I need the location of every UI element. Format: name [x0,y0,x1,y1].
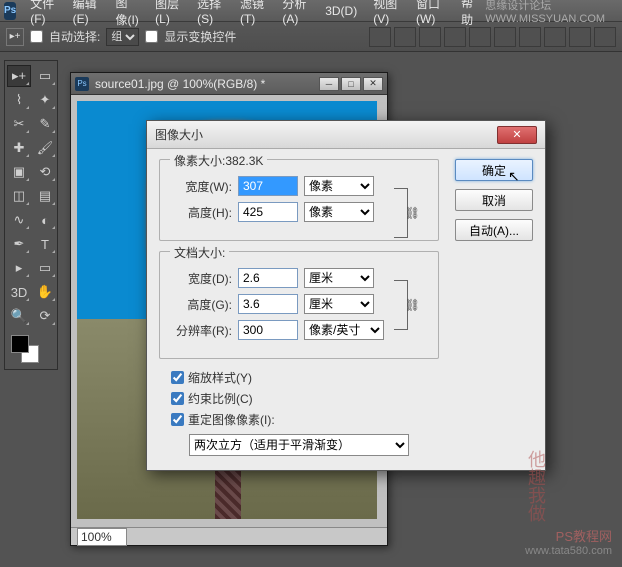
dialog-close-button[interactable]: ✕ [497,126,537,144]
align-btn[interactable] [594,27,616,47]
brush-tool[interactable]: 🖌 [33,137,57,159]
document-title-bar[interactable]: Ps source01.jpg @ 100%(RGB/8) * ─ □ ✕ [71,73,387,95]
resample-method-dropdown[interactable]: 两次立方（适用于平滑渐变） [189,434,409,456]
menu-file[interactable]: 文件(F) [22,0,64,26]
doc-height-input[interactable] [238,294,298,314]
resolution-label: 分辨率(R): [170,322,232,339]
app-logo-icon: Ps [4,2,16,20]
constrain-link-icon[interactable]: ⛓ [405,298,420,312]
tools-panel: ▸+▭⌇✦✂✎✚🖌▣⟲◫▤∿◐✒T▸▭3D✋🔍⟳ [4,60,58,370]
clone-stamp-tool[interactable]: ▣ [7,161,31,183]
resample-label: 重定图像像素(I): [188,411,275,428]
resolution-unit[interactable]: 像素/英寸 [304,320,384,340]
menu-edit[interactable]: 编辑(E) [65,0,108,26]
menu-window[interactable]: 窗口(W) [408,0,453,26]
doc-height-label: 高度(G): [170,296,232,313]
3d-tool[interactable]: 3D [7,281,31,303]
auto-select-dropdown[interactable]: 组 [106,28,139,46]
menu-3d[interactable]: 3D(D) [317,4,365,18]
color-swatches[interactable] [7,335,57,365]
foreground-color-swatch[interactable] [11,335,29,353]
doc-icon: Ps [75,77,89,91]
doc-height-unit[interactable]: 厘米 [304,294,374,314]
eyedropper-tool[interactable]: ✎ [33,113,57,135]
path-select-tool[interactable]: ▸ [7,257,31,279]
menu-filter[interactable]: 滤镜(T) [232,0,274,26]
pixel-width-unit[interactable]: 像素 [304,176,374,196]
height-label: 高度(H): [170,204,232,221]
scale-styles-checkbox[interactable] [171,371,184,384]
auto-button[interactable]: 自动(A)... [455,219,533,241]
align-btn[interactable] [494,27,516,47]
crop-tool[interactable]: ✂ [7,113,31,135]
align-btn[interactable] [569,27,591,47]
menu-layer[interactable]: 图层(L) [147,0,189,26]
align-btn[interactable] [469,27,491,47]
document-size-legend: 文档大小: [170,244,229,261]
dialog-title: 图像大小 [155,126,203,143]
doc-width-label: 宽度(D): [170,270,232,287]
hand-tool[interactable]: ✋ [33,281,57,303]
marquee-tool[interactable]: ▭ [33,65,57,87]
zoom-level[interactable]: 100% [77,528,127,546]
constrain-proportions-checkbox[interactable] [171,392,184,405]
align-btn[interactable] [519,27,541,47]
minimize-button[interactable]: ─ [319,77,339,91]
quick-select-tool[interactable]: ✦ [33,89,57,111]
show-transform-checkbox[interactable] [145,30,158,43]
move-tool[interactable]: ▸+ [7,65,31,87]
gradient-tool[interactable]: ▤ [33,185,57,207]
constrain-link-icon[interactable]: ⛓ [405,206,420,220]
image-size-dialog: 图像大小 ✕ 确定↖ 取消 自动(A)... 像素大小:382.3K ⛓ 宽度(… [146,120,546,471]
align-buttons-group [369,27,616,47]
align-btn[interactable] [394,27,416,47]
align-btn[interactable] [369,27,391,47]
width-label: 宽度(W): [170,178,232,195]
auto-select-checkbox[interactable] [30,30,43,43]
align-btn[interactable] [419,27,441,47]
show-transform-label: 显示变换控件 [164,28,236,45]
tool-preset-icon[interactable]: ▸+ [6,28,24,46]
menu-help[interactable]: 帮助 [453,0,485,28]
constrain-proportions-label: 约束比例(C) [188,390,253,407]
eraser-tool[interactable]: ◫ [7,185,31,207]
close-doc-button[interactable]: ✕ [363,77,383,91]
doc-width-unit[interactable]: 厘米 [304,268,374,288]
pixel-dimensions-legend: 像素大小:382.3K [170,152,267,169]
resolution-input[interactable] [238,320,298,340]
type-tool[interactable]: T [33,233,57,255]
menu-select[interactable]: 选择(S) [189,0,232,26]
auto-select-label: 自动选择: [49,28,100,45]
pixel-width-input[interactable] [238,176,298,196]
rotate-view-tool[interactable]: ⟳ [33,305,57,327]
align-btn[interactable] [544,27,566,47]
options-bar: ▸+ 自动选择: 组 显示变换控件 [0,22,622,52]
menu-bar: Ps 文件(F) 编辑(E) 图像(I) 图层(L) 选择(S) 滤镜(T) 分… [0,0,622,22]
doc-width-input[interactable] [238,268,298,288]
scale-styles-label: 缩放样式(Y) [188,369,252,386]
healing-brush-tool[interactable]: ✚ [7,137,31,159]
pixel-height-unit[interactable]: 像素 [304,202,374,222]
watermark-top: 思缘设计论坛 WWW.MISSYUAN.COM [485,0,612,25]
menu-image[interactable]: 图像(I) [107,0,147,28]
dodge-tool[interactable]: ◐ [33,209,57,231]
zoom-tool[interactable]: 🔍 [7,305,31,327]
ok-button[interactable]: 确定↖ [455,159,533,181]
maximize-button[interactable]: □ [341,77,361,91]
align-btn[interactable] [444,27,466,47]
cancel-button[interactable]: 取消 [455,189,533,211]
pen-tool[interactable]: ✒ [7,233,31,255]
pixel-height-input[interactable] [238,202,298,222]
resample-checkbox[interactable] [171,413,184,426]
shape-tool[interactable]: ▭ [33,257,57,279]
dialog-title-bar[interactable]: 图像大小 ✕ [147,121,545,149]
cursor-icon: ↖ [508,168,520,185]
document-title: source01.jpg @ 100%(RGB/8) * [95,77,265,91]
lasso-tool[interactable]: ⌇ [7,89,31,111]
history-brush-tool[interactable]: ⟲ [33,161,57,183]
menu-analysis[interactable]: 分析(A) [274,0,317,26]
menu-view[interactable]: 视图(V) [365,0,408,26]
document-status-bar: 100% [71,527,387,545]
blur-tool[interactable]: ∿ [7,209,31,231]
